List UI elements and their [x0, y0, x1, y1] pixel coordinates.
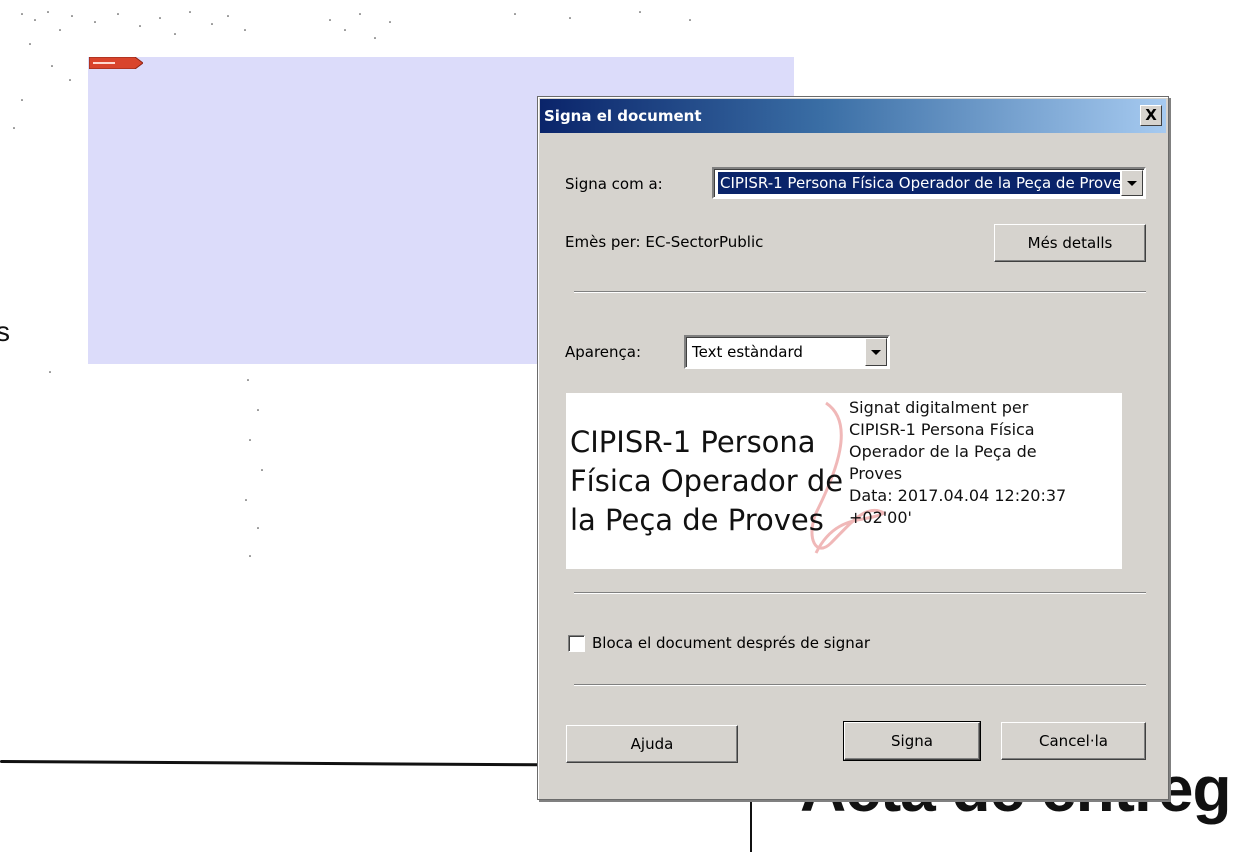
- page-vertical-line: [750, 795, 752, 852]
- issued-by-text: Emès per: EC-SectorPublic: [565, 233, 764, 251]
- preview-name-line: Física Operador de: [570, 464, 844, 498]
- signature-field-flag-icon: [89, 57, 143, 69]
- preview-detail-line: Signat digitalment per: [849, 398, 1029, 417]
- preview-name-line: la Peça de Proves: [570, 503, 824, 537]
- preview-name-line: CIPISR-1 Persona: [570, 425, 816, 459]
- help-button[interactable]: Ajuda: [566, 725, 738, 763]
- appearance-label: Aparença:: [565, 343, 642, 361]
- preview-detail-line: Operador de la Peça de: [849, 442, 1037, 461]
- signature-preview: CIPISR-1 Persona Física Operador de la P…: [566, 393, 1122, 569]
- sign-as-value: CIPISR-1 Persona Física Operador de la P…: [718, 172, 1120, 194]
- separator: [574, 684, 1146, 686]
- sign-as-label: Signa com a:: [565, 175, 663, 193]
- page-text-fragment: s: [0, 316, 10, 347]
- close-button[interactable]: X: [1140, 105, 1162, 126]
- sign-document-dialog: Signa el document X Signa com a: CIPISR-…: [537, 96, 1169, 800]
- sign-as-select[interactable]: CIPISR-1 Persona Física Operador de la P…: [712, 167, 1146, 199]
- separator: [574, 291, 1146, 293]
- lock-document-label[interactable]: Bloca el document després de signar: [592, 634, 870, 652]
- dialog-title: Signa el document: [544, 107, 702, 125]
- separator: [574, 592, 1146, 594]
- preview-detail-line: CIPISR-1 Persona Física: [849, 420, 1035, 439]
- preview-signature-details: Signat digitalment per CIPISR-1 Persona …: [849, 397, 1119, 529]
- preview-detail-line: Data: 2017.04.04 12:20:37: [849, 486, 1067, 505]
- appearance-select[interactable]: Text estàndard: [684, 335, 890, 369]
- sign-button[interactable]: Signa: [843, 721, 981, 761]
- appearance-value: Text estàndard: [692, 343, 803, 361]
- preview-signer-name: CIPISR-1 Persona Física Operador de la P…: [570, 423, 850, 540]
- chevron-down-icon[interactable]: [865, 338, 887, 366]
- close-icon: X: [1145, 106, 1157, 124]
- chevron-down-icon[interactable]: [1121, 170, 1143, 196]
- more-details-button[interactable]: Més detalls: [994, 224, 1146, 262]
- preview-detail-line: +02'00': [849, 508, 912, 527]
- dialog-titlebar[interactable]: Signa el document X: [540, 99, 1166, 133]
- cancel-button[interactable]: Cancel·la: [1001, 722, 1146, 760]
- preview-detail-line: Proves: [849, 464, 903, 483]
- lock-document-checkbox[interactable]: [568, 635, 585, 652]
